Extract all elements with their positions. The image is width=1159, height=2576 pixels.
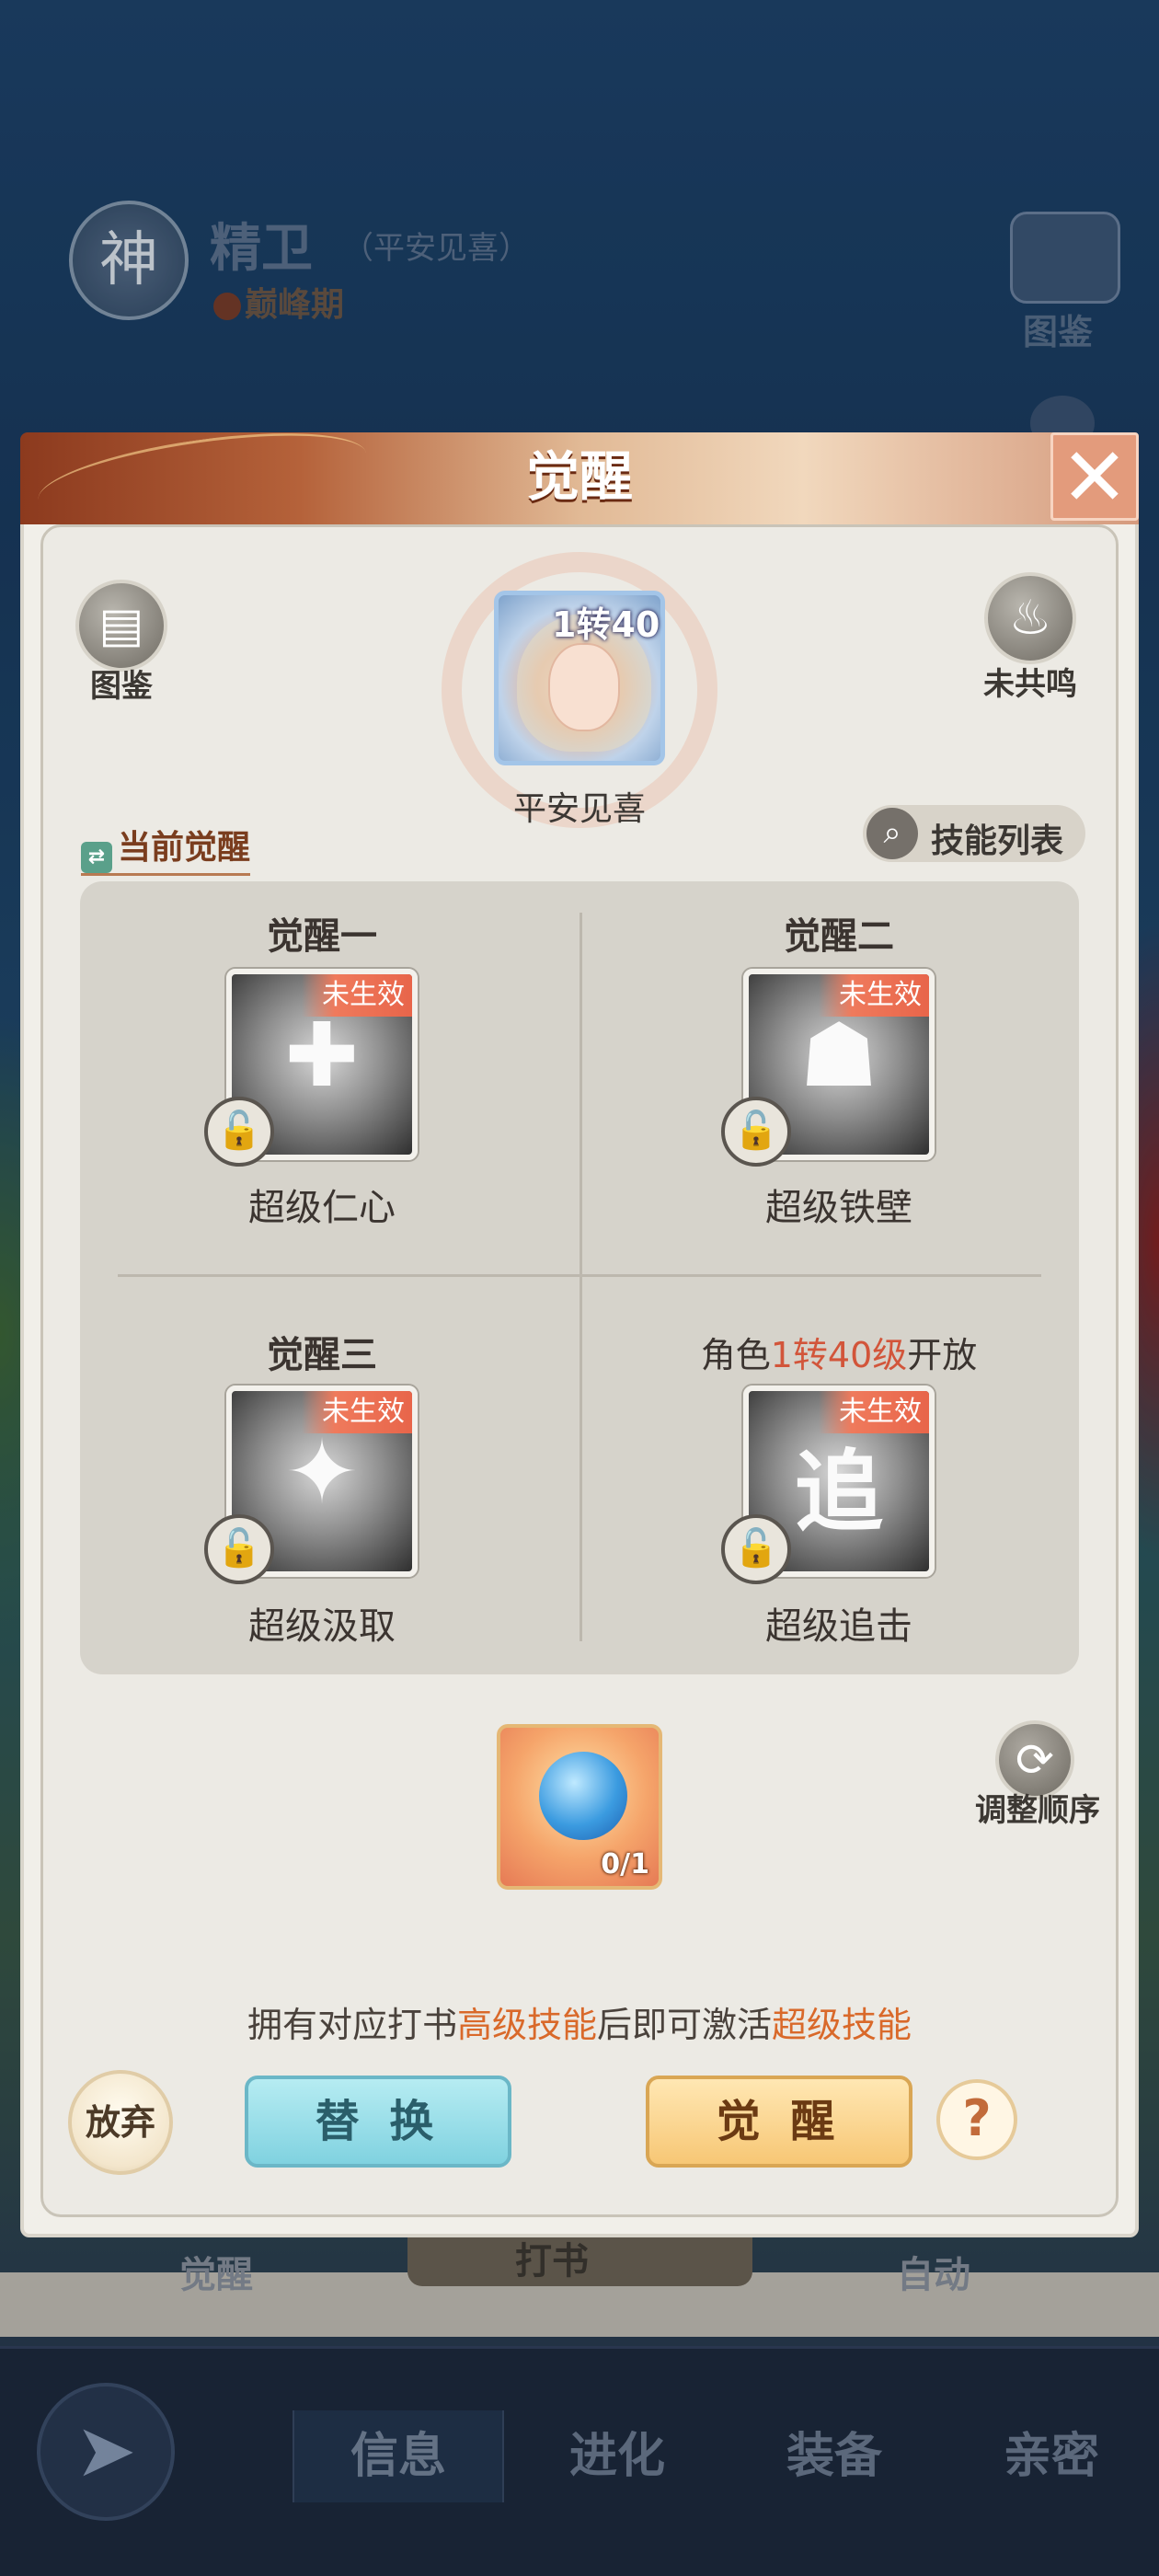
awaken-button[interactable]: 觉 醒 <box>646 2076 912 2168</box>
lock-icon: 🔓 <box>204 1097 274 1167</box>
portrait-level: 1转40 <box>552 604 660 645</box>
current-awaken-link[interactable]: ⇄ 当前觉醒 <box>81 821 251 876</box>
skill-icon: ✦ <box>284 1420 360 1524</box>
skill-icon: ☗ <box>798 1004 879 1107</box>
skill-name: 超级仁心 <box>248 1187 396 1229</box>
skill-icon: ✚ <box>284 1004 360 1107</box>
hint-text: 后即可激活 <box>597 2005 773 2045</box>
help-icon[interactable]: ? <box>936 2079 1017 2160</box>
skill-list-button[interactable]: ⌕ 技能列表 <box>863 805 1085 862</box>
awaken-material-item[interactable]: 0/1 <box>497 1724 662 1890</box>
slot-title: 觉醒一 <box>267 914 377 958</box>
grid-divider <box>118 1274 1041 1277</box>
portrait-face <box>548 643 620 731</box>
give-up-button[interactable]: 放弃 <box>68 2070 173 2175</box>
inactive-tag: 未生效 <box>819 1391 929 1433</box>
hint-highlight: 超级技能 <box>772 2005 912 2045</box>
portrait-name: 平安见喜 <box>512 790 646 828</box>
grid-divider <box>580 913 582 1641</box>
resonance-label: 未共鸣 <box>983 666 1077 703</box>
inactive-tag: 未生效 <box>819 974 929 1017</box>
hint-text: 拥有对应打书 <box>247 2005 457 2045</box>
hint-highlight: 高级技能 <box>456 2005 597 2045</box>
close-button[interactable]: ✕ <box>1050 432 1139 521</box>
swap-icon: ⇄ <box>81 842 112 873</box>
skill-name: 超级铁壁 <box>765 1187 912 1229</box>
orb-icon <box>539 1752 627 1840</box>
slot-title: 觉醒二 <box>784 914 894 958</box>
lock-icon: 🔓 <box>721 1514 791 1584</box>
inactive-tag: 未生效 <box>302 1391 412 1433</box>
lock-icon: 🔓 <box>721 1097 791 1167</box>
lock-icon: 🔓 <box>204 1514 274 1584</box>
slot-title: 觉醒三 <box>267 1333 377 1376</box>
unlock-suffix: 开放 <box>907 1335 978 1375</box>
modal-title: 觉醒 <box>525 445 633 508</box>
codex-label: 图鉴 <box>90 668 153 705</box>
activation-hint: 拥有对应打书高级技能后即可激活超级技能 <box>138 1996 1021 2047</box>
current-awaken-label: 当前觉醒 <box>118 829 251 867</box>
inactive-tag: 未生效 <box>302 974 412 1017</box>
book-icon[interactable]: ▤ <box>75 580 167 672</box>
unlock-level: 1转40级 <box>770 1335 908 1375</box>
slot-unlock-requirement: 角色1转40级开放 <box>655 1327 1023 1377</box>
item-count: 0/1 <box>601 1848 649 1880</box>
unlock-prefix: 角色 <box>700 1335 771 1375</box>
replace-button[interactable]: 替 换 <box>245 2076 511 2168</box>
search-icon: ⌕ <box>866 808 918 859</box>
reorder-label: 调整顺序 <box>975 1792 1100 1829</box>
skill-name: 超级汲取 <box>248 1605 396 1648</box>
skill-name: 超级追击 <box>765 1605 912 1648</box>
flame-icon[interactable]: ♨ <box>984 572 1076 664</box>
skill-list-label: 技能列表 <box>931 822 1064 860</box>
